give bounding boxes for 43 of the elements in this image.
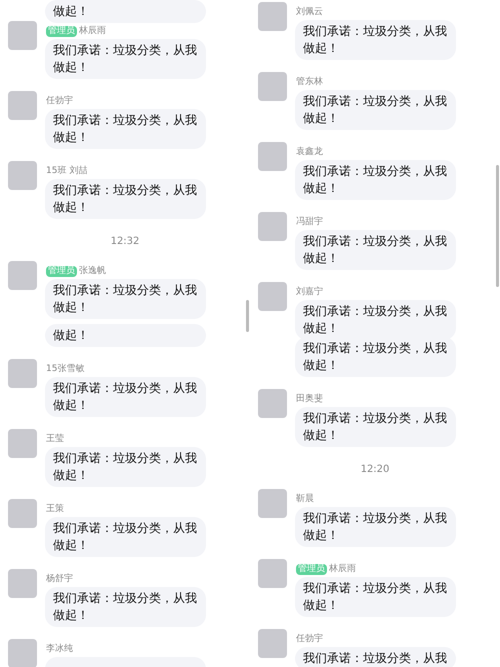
- message-bubble: 我们承诺：垃圾分类，从我做起！: [295, 230, 456, 270]
- sender-name: 王策: [46, 503, 64, 515]
- admin-badge: 管理员: [46, 266, 77, 276]
- sender-name: 杨舒宇: [46, 573, 73, 585]
- message-bubble: 我们承诺：垃圾分类，从我做起！: [45, 39, 206, 79]
- message-bubble: 我们承诺：垃圾分类，从我做起！: [45, 279, 206, 319]
- sender-name: 15班 刘喆: [46, 165, 88, 177]
- sender-name: 刘嘉宁: [296, 286, 323, 298]
- message-bubble: 我们承诺：垃圾分类，从我做起！: [45, 179, 206, 219]
- sender-name: 林辰雨: [329, 563, 356, 575]
- sender-name: 15张雪敏: [46, 363, 84, 375]
- message-bubble: 我们承诺：垃圾分类，从我做起！: [295, 160, 456, 200]
- timestamp: 12:32: [110, 235, 140, 249]
- message-bubble: 我们承诺：垃圾分类，从我做起！: [295, 90, 456, 130]
- message-bubble: 我们承诺：垃圾分类，从我做起！: [295, 507, 456, 547]
- sender-name: 靳晨: [296, 493, 314, 505]
- sender-name: 任勃宇: [46, 95, 73, 107]
- message-bubble: 我们承诺：垃圾分类，从我做起！: [45, 587, 206, 627]
- message-bubble: 我们承诺：垃圾分类，从我: [295, 647, 456, 667]
- sender-name: 任勃宇: [296, 633, 323, 645]
- sender-name: 李冰纯: [46, 643, 73, 655]
- message-bubble: 做起！: [45, 324, 206, 347]
- message-bubble: 我们承诺：垃圾分类，从我做起！: [45, 447, 206, 487]
- sender-name: 王莹: [46, 433, 64, 445]
- timestamp: 12:20: [360, 463, 390, 477]
- message-bubble: 我们承诺：垃圾分类，从我做起！: [295, 577, 456, 617]
- message-bubble: 做起！: [45, 0, 206, 23]
- message-bubble: 我们承诺：垃圾分类，从我做起！: [295, 20, 456, 60]
- admin-badge: 管理员: [296, 564, 327, 574]
- message-bubble: 我们承诺：垃圾分类，从我做起！: [295, 407, 456, 447]
- message-bubble: 我们承诺：垃圾分类，从我做起！: [295, 337, 456, 377]
- message-bubble: 我们承诺：垃圾分类，从我做起！: [295, 300, 456, 340]
- sender-name: 刘佩云: [296, 6, 323, 18]
- admin-badge: 管理员: [46, 26, 77, 36]
- sender-name: 袁鑫龙: [296, 146, 323, 158]
- sender-name: 冯甜宇: [296, 216, 323, 228]
- message-bubble: 我们承诺：垃圾分类，从我做起！: [45, 109, 206, 149]
- message-bubble: 我们承诺：垃圾分类，从我做起！: [45, 377, 206, 417]
- sender-name: 田奥斐: [296, 393, 323, 405]
- sender-name: 管东林: [296, 76, 323, 88]
- sender-name: 林辰雨: [79, 25, 106, 37]
- message-bubble: 我们承诺：垃圾分类，从我做起！: [45, 517, 206, 557]
- sender-name: 张逸帆: [79, 265, 106, 277]
